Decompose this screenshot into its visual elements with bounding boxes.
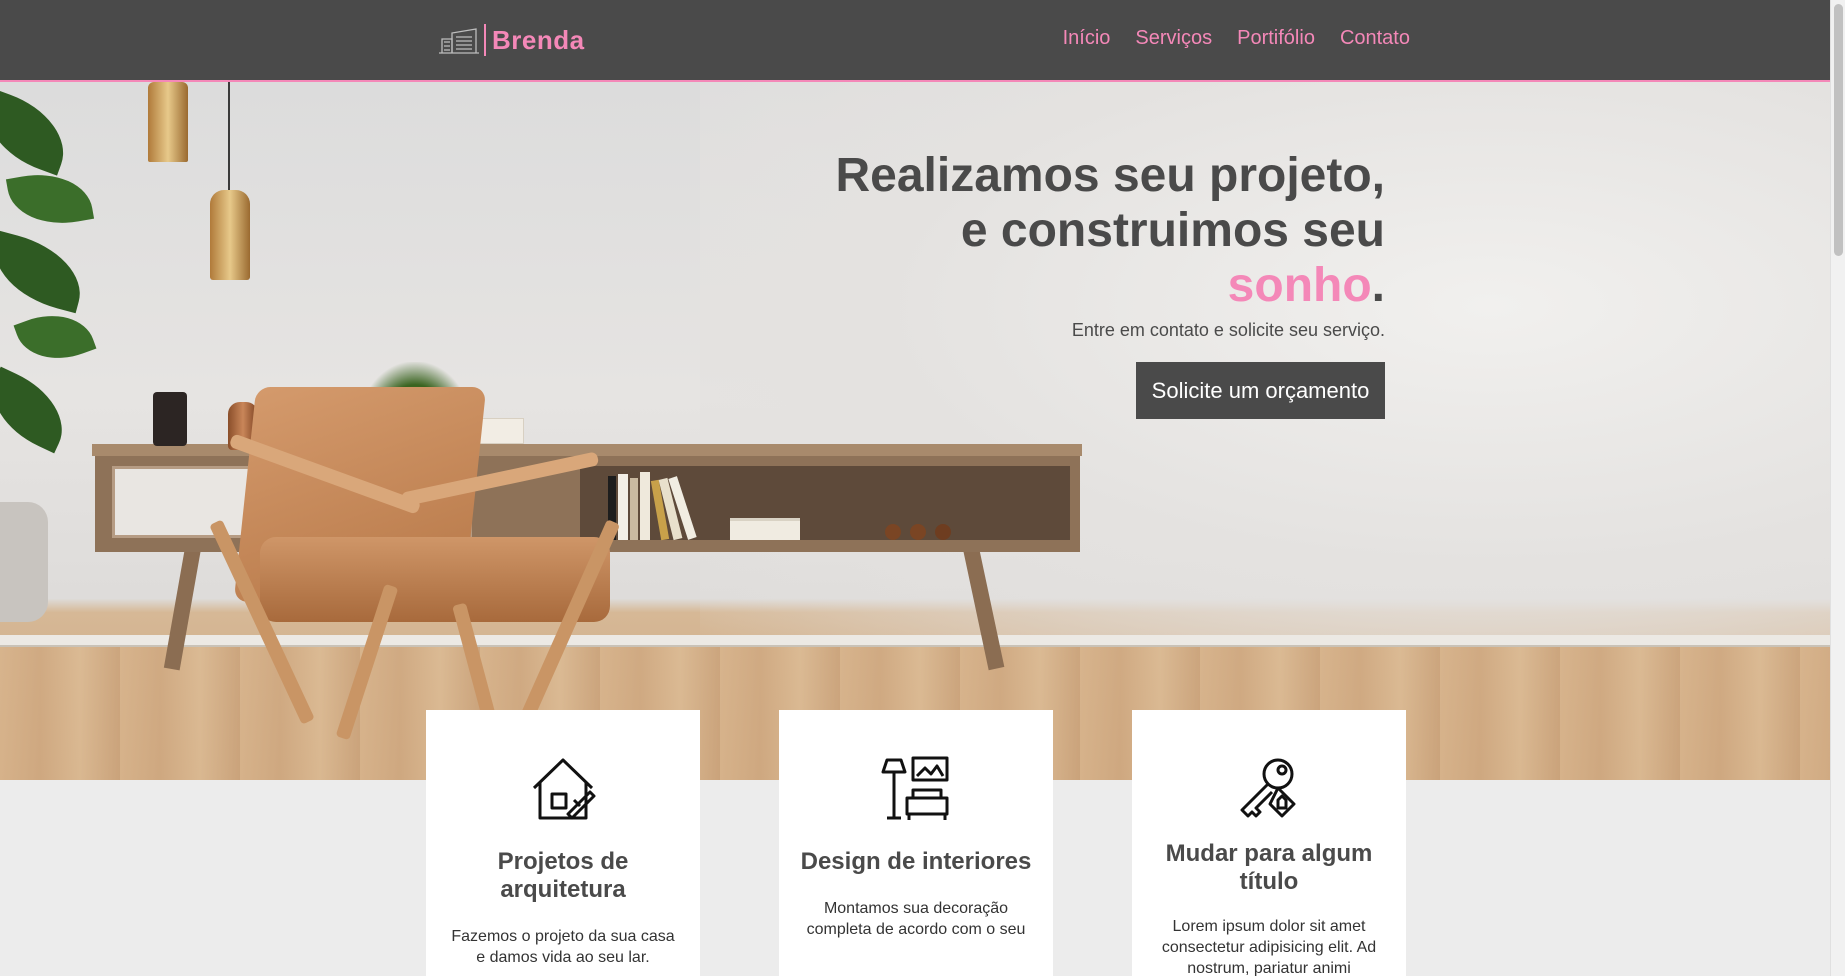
service-card-architecture[interactable]: Projetos de arquitetura Fazemos o projet… <box>426 710 700 976</box>
nav-link-portifolio[interactable]: Portifólio <box>1237 27 1315 50</box>
card-text: Fazemos o projeto da sua casa e damos vi… <box>451 928 675 966</box>
card-text: Montamos sua decoração completa de acord… <box>806 900 1026 938</box>
architecture-house-icon <box>532 758 596 820</box>
service-card-moving[interactable]: Mudar para algum título Lorem ipsum dolo… <box>1132 710 1406 976</box>
hero-title-line2: e construimos seu <box>960 204 1385 257</box>
hero-section: Realizamos seu projeto, e construimos se… <box>0 82 1830 780</box>
nav-link-inicio[interactable]: Início <box>1063 27 1111 50</box>
logo-text: Brenda <box>492 24 585 55</box>
hero-title-accent: sonho <box>1227 259 1372 312</box>
card-title: Mudar para algum título <box>1165 840 1373 895</box>
hero-title: Realizamos seu projeto, e construimos se… <box>685 148 1386 313</box>
card-title: Projetos de arquitetura <box>497 848 629 903</box>
keys-house-icon <box>1240 758 1296 818</box>
hero-subtitle: Entre em contato e solicite seu serviço. <box>1071 320 1385 340</box>
interior-sofa-lamp-icon <box>881 756 949 820</box>
hero-title-end: . <box>1371 259 1385 312</box>
nav-link-servicos[interactable]: Serviços <box>1135 27 1212 50</box>
service-card-interior-design[interactable]: Design de interiores Montamos sua decora… <box>779 710 1053 976</box>
page-scrollbar[interactable] <box>1830 0 1845 976</box>
request-quote-button[interactable]: Solicite um orçamento <box>1136 362 1385 419</box>
brand-logo[interactable]: Brenda <box>438 22 585 58</box>
card-text: Lorem ipsum dolor sit amet consectetur a… <box>1161 918 1377 976</box>
scrollbar-thumb[interactable] <box>1834 4 1843 256</box>
site-header: Brenda Início Serviços Portifólio Contat… <box>0 0 1830 82</box>
building-logo-icon <box>439 28 479 54</box>
hero-title-line1: Realizamos seu projeto, <box>835 149 1386 202</box>
card-title: Design de interiores <box>800 848 1032 875</box>
nav-link-contato[interactable]: Contato <box>1340 27 1410 50</box>
main-nav: Início Serviços Portifólio Contato <box>1063 27 1410 50</box>
logo-divider <box>484 24 486 56</box>
